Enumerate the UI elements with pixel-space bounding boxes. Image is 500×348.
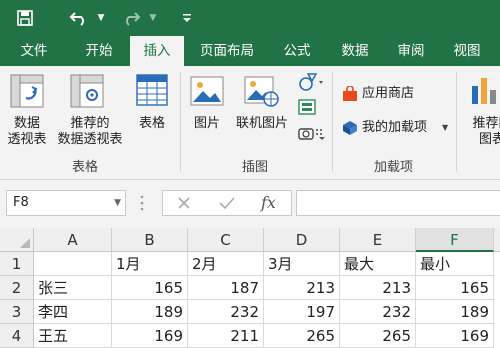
cell[interactable]: 169 (416, 324, 494, 348)
tab-view[interactable]: 视图 (442, 36, 492, 66)
smartart-icon[interactable] (298, 98, 316, 120)
column-header-f[interactable]: F (416, 228, 494, 252)
ribbon-tab-bar: 文件 开始 插入 页面布局 公式 数据 审阅 视图 (0, 36, 500, 66)
formula-bar: F8 ▼ fx (0, 180, 500, 228)
pivot-table-icon (10, 74, 44, 112)
cell[interactable]: 王五 (34, 324, 112, 348)
name-box-value: F8 (13, 195, 29, 210)
recommended-pivot-button[interactable]: 推荐的 数据透视表 (52, 116, 128, 148)
cell[interactable]: 李四 (34, 300, 112, 324)
table-icon (136, 74, 168, 110)
tab-formulas[interactable]: 公式 (272, 36, 322, 66)
name-box-dropdown-icon[interactable]: ▼ (114, 191, 121, 215)
cell[interactable] (34, 252, 112, 276)
online-picture-icon (244, 76, 280, 112)
my-addins-button[interactable]: 我的加载项 (362, 120, 427, 136)
formula-buttons: fx (162, 190, 292, 216)
pivot-table-label-line2: 透视表 (7, 132, 47, 147)
undo-dropdown-icon[interactable]: ▼ (94, 6, 108, 30)
row-header[interactable]: 4 (0, 324, 34, 348)
cell[interactable]: 张三 (34, 276, 112, 300)
cancel-entry-icon[interactable] (177, 196, 191, 214)
recommended-charts-label-line2: 图表 (478, 132, 500, 147)
formula-input[interactable] (296, 190, 500, 216)
cell[interactable]: 最小 (416, 252, 494, 276)
cell[interactable]: 169 (112, 324, 188, 348)
title-bar: ▼ ▼ (0, 0, 500, 36)
cell[interactable]: 211 (188, 324, 264, 348)
group-separator (332, 72, 333, 172)
tab-page-layout[interactable]: 页面布局 (190, 36, 264, 66)
recommended-pivot-label-line2: 数据透视表 (57, 132, 123, 147)
store-icon (342, 85, 358, 106)
recommended-charts-label-line1: 推荐的 (472, 116, 500, 131)
picture-icon (190, 76, 224, 110)
online-pictures-button[interactable]: 联机图片 (230, 116, 294, 132)
column-header-c[interactable]: C (188, 228, 264, 252)
formula-bar-grip-icon[interactable] (140, 193, 144, 217)
pivot-table-label-line1: 数据 (13, 116, 40, 131)
cell[interactable]: 213 (264, 276, 340, 300)
my-addins-icon (342, 120, 358, 140)
cell[interactable]: 187 (188, 276, 264, 300)
row-header[interactable]: 3 (0, 300, 34, 324)
recommended-charts-icon (470, 74, 500, 110)
cell[interactable]: 3月 (264, 252, 340, 276)
tab-data[interactable]: 数据 (330, 36, 380, 66)
tab-home[interactable]: 开始 (72, 36, 126, 66)
insert-function-button[interactable]: fx (261, 193, 276, 212)
row-header[interactable]: 2 (0, 276, 34, 300)
screenshot-icon[interactable] (298, 124, 326, 146)
column-header-b[interactable]: B (112, 228, 188, 252)
undo-icon[interactable] (66, 6, 92, 30)
column-header-a[interactable]: A (34, 228, 112, 252)
cell[interactable]: 165 (416, 276, 494, 300)
tab-file[interactable]: 文件 (8, 36, 60, 66)
cell[interactable]: 265 (264, 324, 340, 348)
recommended-pivot-icon (70, 74, 104, 112)
select-all-button[interactable] (0, 228, 34, 252)
worksheet-grid: A B C D E F 1 1月 2月 3月 最大 最小 2 张三 165 18… (0, 228, 500, 348)
addins-group-label: 加载项 (374, 160, 414, 175)
pivot-table-button[interactable]: 数据 透视表 (2, 116, 52, 148)
cell[interactable]: 265 (340, 324, 416, 348)
shapes-icon[interactable] (298, 72, 324, 96)
cell[interactable]: 213 (340, 276, 416, 300)
redo-icon[interactable] (118, 6, 144, 30)
customize-toolbar-icon[interactable] (180, 6, 194, 30)
my-addins-dropdown-icon[interactable]: ▼ (442, 123, 448, 132)
cell[interactable]: 1月 (112, 252, 188, 276)
cell[interactable]: 232 (188, 300, 264, 324)
recommended-charts-button[interactable]: 推荐的 图表 (462, 116, 500, 148)
cell[interactable]: 2月 (188, 252, 264, 276)
column-header-e[interactable]: E (340, 228, 416, 252)
column-header-g[interactable] (494, 228, 500, 252)
illustrations-group-label: 插图 (242, 160, 269, 175)
save-icon[interactable] (14, 6, 36, 30)
redo-dropdown-icon[interactable]: ▼ (146, 6, 160, 30)
tables-group-label: 表格 (72, 160, 99, 175)
group-separator (180, 72, 181, 172)
confirm-entry-icon[interactable] (219, 196, 235, 214)
row-header[interactable]: 1 (0, 252, 34, 276)
pictures-button[interactable]: 图片 (186, 116, 228, 132)
cell[interactable]: 189 (112, 300, 188, 324)
tab-review[interactable]: 审阅 (386, 36, 436, 66)
name-box[interactable]: F8 ▼ (6, 190, 126, 216)
cell[interactable]: 197 (264, 300, 340, 324)
group-separator (456, 72, 457, 172)
cell[interactable]: 最大 (340, 252, 416, 276)
cell[interactable]: 165 (112, 276, 188, 300)
cell[interactable]: 189 (416, 300, 494, 324)
recommended-pivot-label-line1: 推荐的 (70, 116, 110, 131)
table-button[interactable]: 表格 (130, 116, 174, 132)
cell[interactable]: 232 (340, 300, 416, 324)
ribbon-insert-panel: 数据 透视表 推荐的 数据透视表 表格 表格 图片 联机图片 插图 应用商店 我… (0, 66, 500, 180)
tab-insert[interactable]: 插入 (130, 36, 184, 66)
store-button[interactable]: 应用商店 (362, 86, 414, 102)
column-header-d[interactable]: D (264, 228, 340, 252)
